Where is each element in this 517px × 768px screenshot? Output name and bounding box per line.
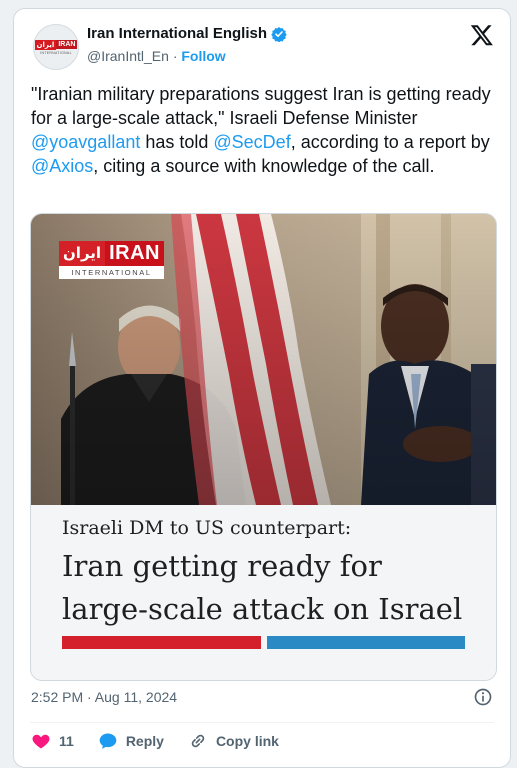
logo-text-fa: ایران <box>59 241 106 266</box>
mention-link-yoavgallant[interactable]: @yoavgallant <box>31 132 140 152</box>
avatar-logo: ایران IRAN <box>34 39 78 50</box>
logo-text-en: IRAN <box>105 241 164 266</box>
reply-bubble-icon <box>99 733 117 749</box>
tweet-text: "Iranian military preparations suggest I… <box>31 82 501 178</box>
author-handle[interactable]: @IranIntl_En <box>87 48 169 64</box>
copy-link-button[interactable]: Copy link <box>188 731 279 751</box>
media-headline: Iran getting ready for large-scale attac… <box>62 545 492 631</box>
timestamp[interactable]: 2:52 PM · Aug 11, 2024 <box>31 689 177 705</box>
media-image[interactable]: ایران IRAN INTERNATIONAL Israeli DM to U… <box>30 213 497 681</box>
headline-line-1: Iran getting ready for <box>62 549 382 583</box>
reply-button[interactable]: Reply <box>98 731 164 751</box>
mention-link-axios[interactable]: @Axios <box>31 156 93 176</box>
x-logo-icon[interactable] <box>470 23 494 47</box>
link-icon <box>191 734 205 748</box>
avatar-logo-sub: INTERNATIONAL <box>40 50 72 55</box>
tweet-text-part: , citing a source with knowledge of the … <box>93 156 435 176</box>
logo-subtext: INTERNATIONAL <box>59 266 164 279</box>
media-caption: Israeli DM to US counterpart: Iran getti… <box>31 505 496 680</box>
tweet-text-part: has told <box>140 132 214 152</box>
headline-line-2: large-scale attack on Israel <box>62 592 463 626</box>
follow-button[interactable]: Follow <box>181 48 225 64</box>
heart-icon <box>32 734 50 749</box>
media-subhead: Israeli DM to US counterpart: <box>62 517 352 539</box>
avatar-logo-fa: ایران <box>34 39 57 50</box>
tweet-text-part: , according to a report by <box>290 132 490 152</box>
action-bar: 11 Reply Copy link <box>31 731 303 751</box>
author-row: Iran International English <box>87 25 287 42</box>
headline-bar-red <box>62 636 261 649</box>
author-name[interactable]: Iran International English <box>87 25 267 42</box>
tweet-text-part: "Iranian military preparations suggest I… <box>31 84 491 128</box>
verified-badge-icon <box>271 26 287 42</box>
headline-bar-blue <box>267 636 465 649</box>
info-icon[interactable] <box>473 687 493 707</box>
divider <box>30 722 494 723</box>
avatar[interactable]: ایران IRAN INTERNATIONAL <box>33 24 79 70</box>
mention-link-secdef[interactable]: @SecDef <box>213 132 290 152</box>
handle-separator: · <box>172 48 178 64</box>
iran-international-logo: ایران IRAN INTERNATIONAL <box>59 241 164 279</box>
avatar-logo-en: IRAN <box>56 40 78 49</box>
handle-row: @IranIntl_En · Follow <box>87 48 226 64</box>
like-button[interactable]: 11 <box>31 731 74 751</box>
tweet-card: ایران IRAN INTERNATIONAL Iran Internatio… <box>13 8 511 768</box>
